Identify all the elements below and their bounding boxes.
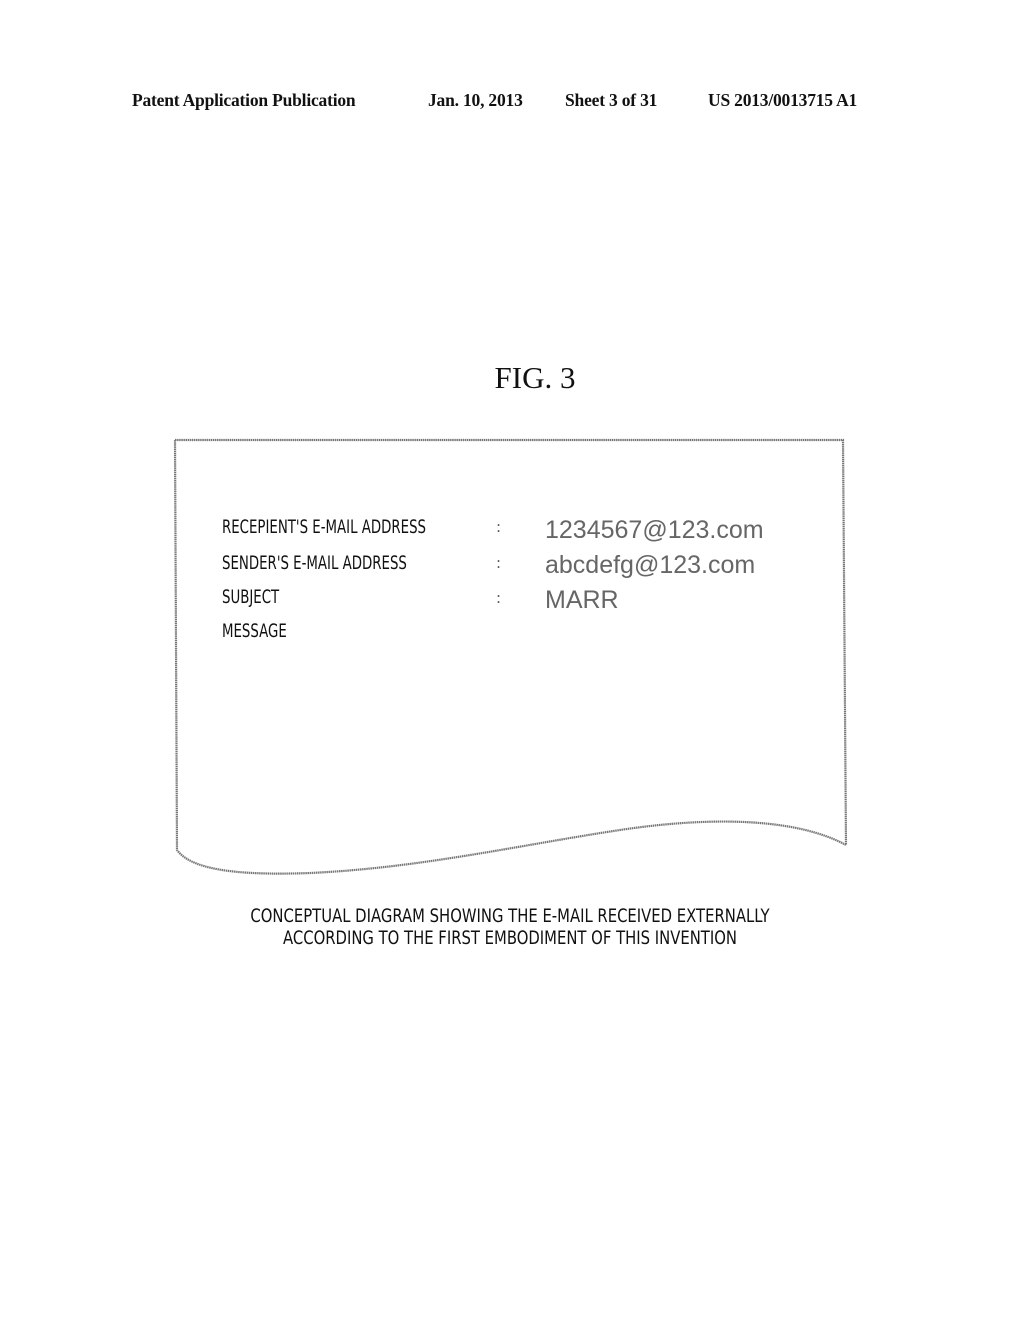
email-document-outline: [173, 438, 848, 875]
caption-line-2: ACCORDING TO THE FIRST EMBODIMENT OF THI…: [283, 927, 737, 949]
message-label: MESSAGE: [222, 620, 287, 642]
recipient-label: RECEPIENT'S E-MAIL ADDRESS: [222, 516, 427, 538]
sender-separator: :: [496, 554, 502, 572]
recipient-separator: :: [496, 518, 502, 536]
caption-line-1: CONCEPTUAL DIAGRAM SHOWING THE E-MAIL RE…: [250, 905, 770, 927]
recipient-value: 1234567@123.com: [545, 516, 764, 544]
figure-caption: CONCEPTUAL DIAGRAM SHOWING THE E-MAIL RE…: [150, 905, 870, 949]
subject-label: SUBJECT: [222, 586, 280, 608]
subject-separator: :: [496, 589, 502, 607]
subject-value: MARR: [545, 586, 619, 614]
sender-label: SENDER'S E-MAIL ADDRESS: [222, 552, 407, 574]
sender-value: abcdefg@123.com: [545, 551, 756, 579]
